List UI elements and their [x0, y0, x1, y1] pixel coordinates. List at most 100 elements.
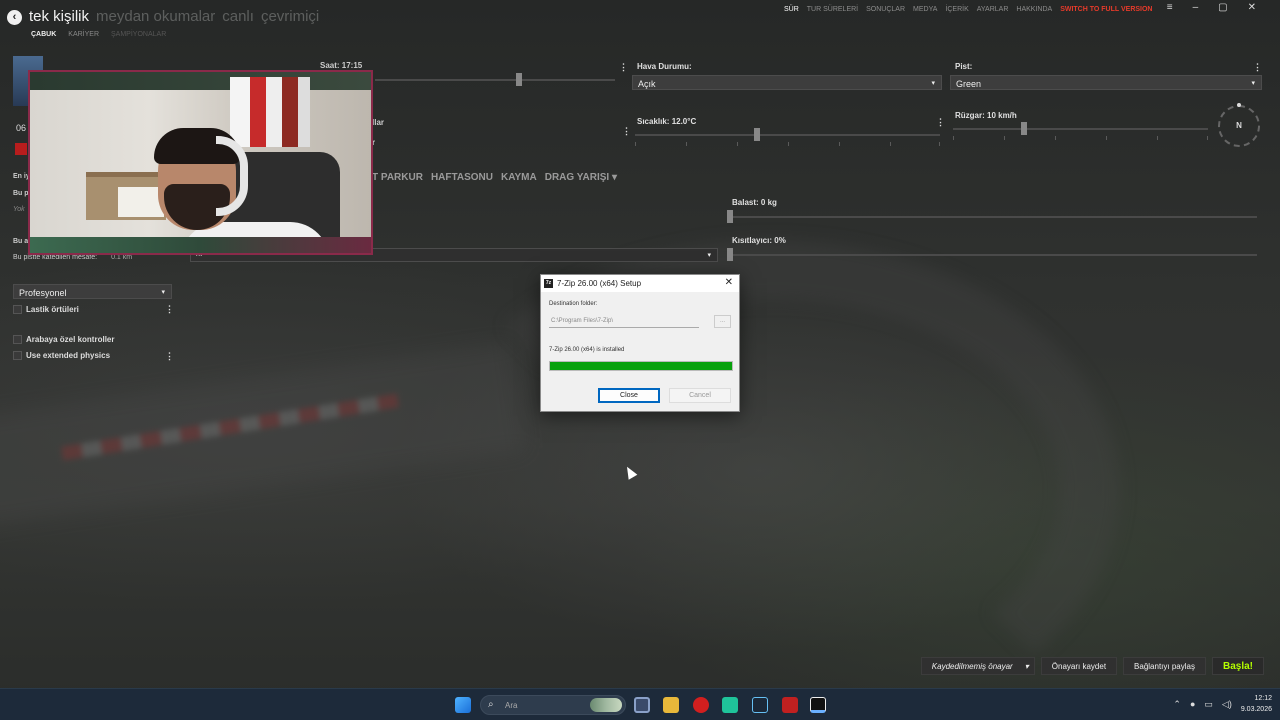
nav-icerik[interactable]: İÇERİK	[945, 6, 968, 13]
nav-ayarlar[interactable]: AYARLAR	[977, 6, 1009, 13]
chevron-down-icon: ▾	[707, 252, 711, 259]
nav-sur[interactable]: SÜR	[784, 6, 799, 13]
wind-slider-thumb[interactable]	[1021, 122, 1028, 135]
install-progress-fill	[550, 362, 732, 370]
overflow-label: llar	[372, 118, 385, 127]
restrictor-slider-track[interactable]	[730, 254, 1257, 256]
maximize-icon[interactable]: ▢	[1218, 2, 1227, 13]
nav-tur-sureleri[interactable]: TUR SÜRELERİ	[807, 6, 858, 13]
tyre-blankets-option[interactable]: Lastik örtüleri	[13, 305, 79, 314]
close-icon[interactable]: ✕	[1248, 2, 1256, 13]
opera-icon[interactable]	[693, 697, 709, 713]
task-view-icon[interactable]	[634, 697, 650, 713]
start-button[interactable]: Başla!	[1211, 657, 1264, 675]
install-status: 7-Zip 26.00 (x64) is installed	[549, 347, 625, 353]
track-state-label: Pist:	[955, 62, 973, 71]
webcam-overlay	[28, 70, 373, 255]
menu-icon[interactable]: ≡	[1167, 2, 1173, 13]
weather-dropdown[interactable]: Açık ▾	[632, 75, 942, 90]
time-of-day-label: Saat: 17:15	[320, 61, 363, 70]
tyre-blankets-more-icon[interactable]: ⋮	[165, 304, 174, 315]
difficulty-value: Profesyonel	[19, 288, 67, 298]
more-icon[interactable]: ⋮	[622, 126, 631, 137]
tyre-blankets-checkbox[interactable]	[13, 305, 22, 314]
nav-hakkinda[interactable]: HAKKINDA	[1016, 6, 1052, 13]
browse-button[interactable]: ...	[714, 315, 731, 328]
back-button[interactable]: ‹	[7, 10, 22, 25]
extended-physics-label: Use extended physics	[26, 351, 111, 360]
clock[interactable]: 12:12 9.03.2026	[1241, 693, 1272, 715]
restrictor-slider-thumb[interactable]	[727, 248, 733, 261]
close-button[interactable]: Close	[598, 388, 660, 403]
tab-drag-yarisi[interactable]: DRAG YARIŞI ▾	[545, 172, 617, 183]
wind-ticks	[953, 136, 1208, 140]
tab-kayma[interactable]: KAYMA	[501, 172, 537, 183]
preset-dropdown[interactable]: Kaydedilmemiş önayar	[920, 657, 1035, 676]
time-slider-thumb[interactable]	[516, 73, 522, 86]
temperature-slider-track[interactable]	[635, 134, 940, 136]
compass-north-label: N	[1236, 121, 1242, 130]
mic-icon[interactable]: ●	[1190, 699, 1195, 709]
car-controls-checkbox[interactable]	[13, 335, 22, 344]
tab-canli[interactable]: canlı	[222, 8, 254, 25]
game-app-icon[interactable]	[782, 697, 798, 713]
top-nav: SÜR TUR SÜRELERİ SONUÇLAR MEDYA İÇERİK A…	[784, 6, 1153, 13]
temperature-more-icon[interactable]: ⋮	[936, 117, 945, 128]
time-more-icon[interactable]: ⋮	[619, 62, 628, 73]
network-icon[interactable]: ▭	[1204, 699, 1213, 710]
chevron-down-icon: ▾	[1251, 80, 1255, 87]
track-record-label: Bu p	[13, 190, 29, 197]
windows-start-icon[interactable]	[455, 697, 471, 713]
volume-icon[interactable]: ◁)	[1222, 699, 1232, 710]
weather-label: Hava Durumu:	[637, 62, 692, 71]
tab-cevrimici[interactable]: çevrimiçi	[261, 8, 319, 25]
ballast-slider-track[interactable]	[730, 216, 1257, 218]
bottom-action-bar: Kaydedilmemiş önayar Önayarı kaydet Bağl…	[920, 657, 1264, 676]
system-tray: ⌃ ● ▭ ◁) 12:12 9.03.2026	[1173, 693, 1272, 715]
taskbar-search[interactable]: ⌕ Ara	[480, 695, 626, 715]
tab-parkur[interactable]: T PARKUR	[372, 172, 423, 183]
chevron-up-icon[interactable]: ⌃	[1173, 699, 1181, 710]
share-link-button[interactable]: Bağlantıyı paylaş	[1123, 657, 1206, 675]
ballast-slider-thumb[interactable]	[727, 210, 733, 223]
subtab-sampiyonalar[interactable]: ŞAMPİYONALAR	[111, 31, 166, 38]
chat-app-icon[interactable]	[722, 697, 738, 713]
full-version-link[interactable]: SWITCH TO FULL VERSION	[1060, 6, 1152, 13]
nav-medya[interactable]: MEDYA	[913, 6, 937, 13]
save-preset-button[interactable]: Önayarı kaydet	[1040, 657, 1118, 675]
wind-slider-track[interactable]	[953, 128, 1208, 130]
track-distance-value: 0.1 km	[111, 254, 133, 261]
time-slider-track[interactable]	[375, 79, 615, 81]
extended-physics-option[interactable]: Use extended physics	[13, 351, 110, 360]
extended-physics-more-icon[interactable]: ⋮	[165, 351, 174, 362]
clock-time: 12:12	[1254, 695, 1272, 702]
wind-label: Rüzgar: 10 km/h	[955, 111, 1017, 120]
steam-icon[interactable]	[752, 697, 768, 713]
tab-haftasonu[interactable]: HAFTASONU	[431, 172, 493, 183]
tab-meydan-okumalar[interactable]: meydan okumalar	[96, 8, 215, 25]
subtab-kariyer[interactable]: KARİYER	[68, 31, 99, 38]
temperature-slider-thumb[interactable]	[754, 128, 760, 141]
track-state-more-icon[interactable]: ⋮	[1253, 62, 1262, 73]
wind-direction-compass[interactable]: N	[1218, 103, 1260, 147]
close-icon[interactable]: ✕	[725, 277, 733, 288]
track-distance: Bu pistte katedilen mesafe: 0.1 km	[13, 254, 132, 261]
cancel-button[interactable]: Cancel	[669, 388, 731, 403]
file-explorer-icon[interactable]	[663, 697, 679, 713]
car-controls-option[interactable]: Arabaya özel kontroller	[13, 335, 114, 344]
nav-sonuclar[interactable]: SONUÇLAR	[866, 6, 905, 13]
track-distance-label: Bu pistte katedilen mesafe:	[13, 254, 98, 261]
clock-date: 9.03.2026	[1240, 706, 1272, 713]
taskbar: ⌕ Ara ⌃ ● ▭ ◁) 12:12 9.03.2026	[0, 688, 1280, 720]
dialog-titlebar[interactable]: 7z 7-Zip 26.00 (x64) Setup ✕	[541, 275, 739, 292]
track-state-dropdown[interactable]: Green ▾	[950, 75, 1262, 90]
window-controls: ≡ – ▢ ✕	[1167, 2, 1256, 13]
minimize-icon[interactable]: –	[1193, 2, 1199, 13]
7zip-taskbar-icon[interactable]	[810, 697, 826, 713]
7zip-icon: 7z	[544, 279, 553, 288]
tab-tek-kisilik[interactable]: tek kişilik	[29, 8, 89, 25]
difficulty-dropdown[interactable]: Profesyonel ▾	[13, 284, 172, 299]
subtab-cabuk[interactable]: ÇABUK	[31, 31, 56, 38]
destination-field[interactable]: C:\Program Files\7-Zip\	[549, 316, 699, 328]
extended-physics-checkbox[interactable]	[13, 351, 22, 360]
